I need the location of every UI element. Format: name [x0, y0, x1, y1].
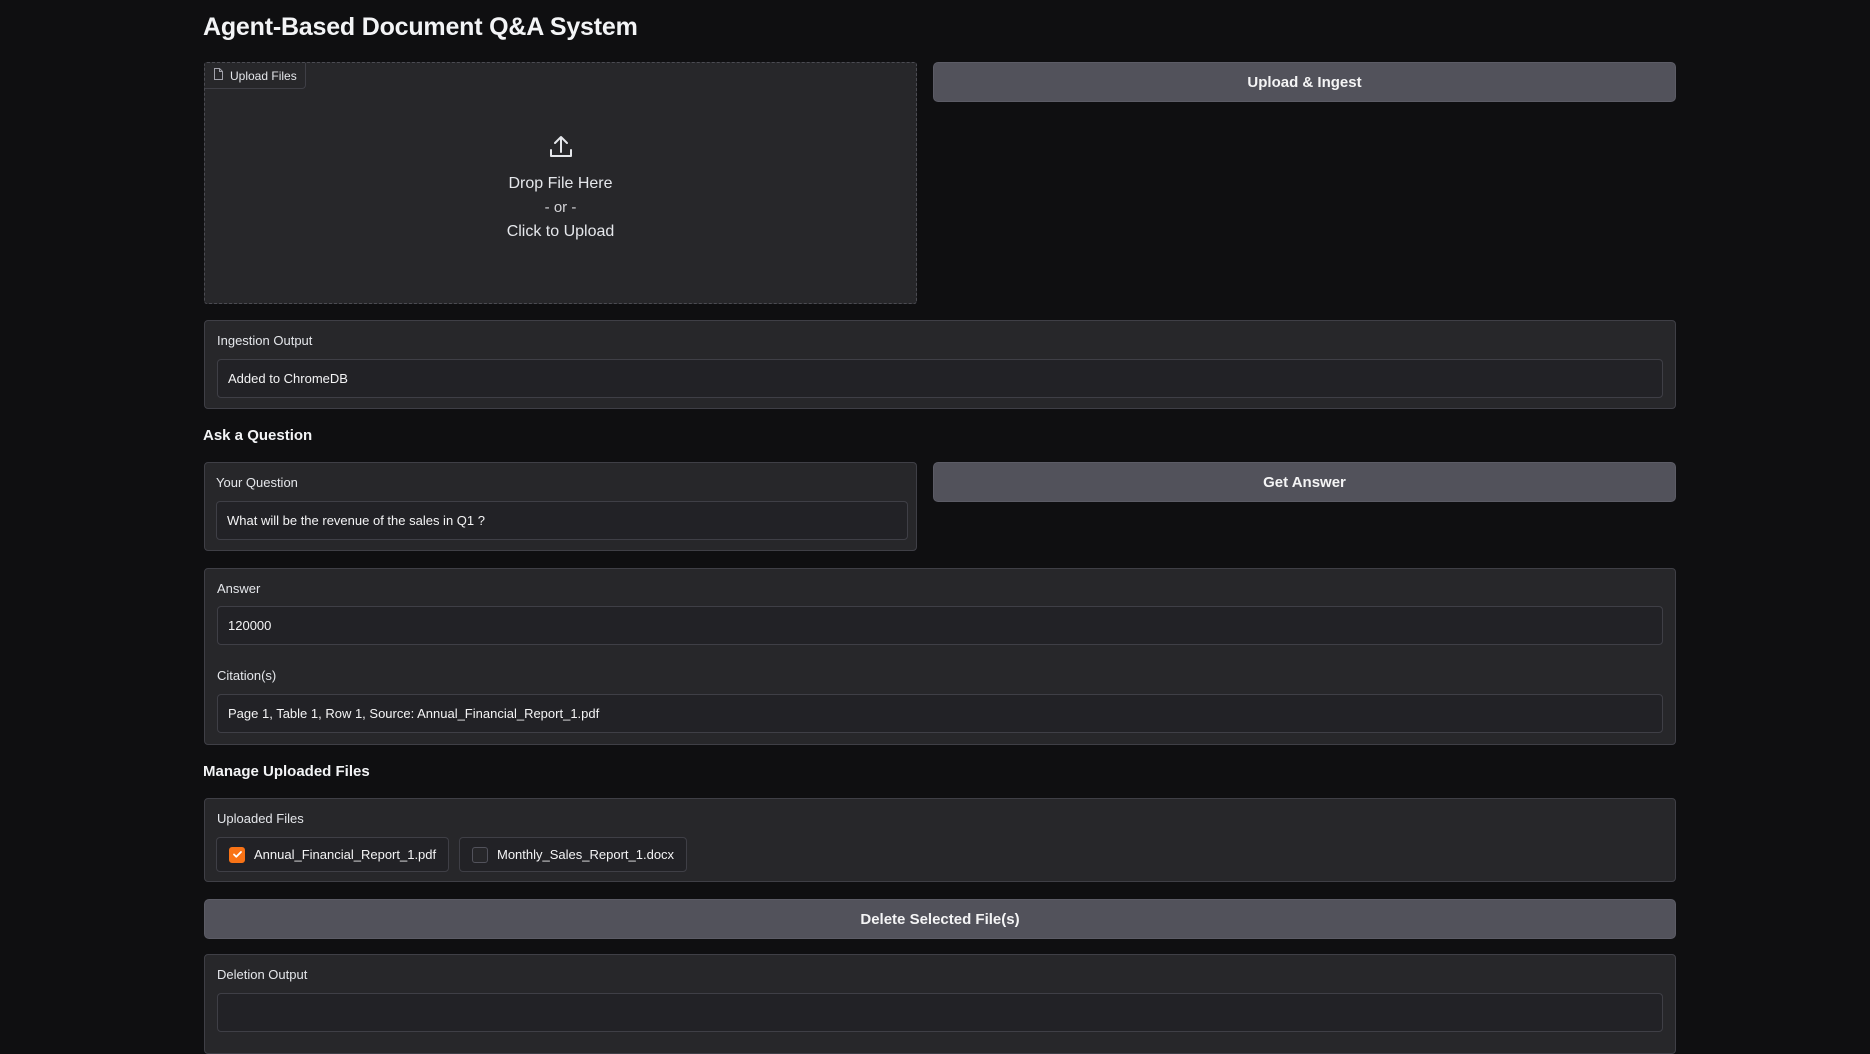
deletion-output-field[interactable]	[217, 993, 1663, 1032]
upload-files-label: Upload Files	[230, 68, 297, 83]
file-checkbox-monthly-sales-report[interactable]: Monthly_Sales_Report_1.docx	[459, 837, 688, 872]
delete-selected-files-button[interactable]: Delete Selected File(s)	[204, 899, 1676, 939]
ask-question-heading: Ask a Question	[203, 427, 313, 444]
upload-files-tag: Upload Files	[205, 63, 306, 89]
get-answer-button[interactable]: Get Answer	[933, 462, 1676, 502]
ingestion-output-panel: Ingestion Output Added to ChromeDB	[204, 320, 1676, 409]
click-to-upload-text: Click to Upload	[506, 223, 615, 240]
checkbox-unchecked[interactable]	[472, 846, 488, 863]
your-question-label: Your Question	[216, 475, 298, 490]
drop-file-text: Drop File Here	[508, 175, 613, 192]
file-checkbox-annual-financial-report[interactable]: Annual_Financial_Report_1.pdf	[216, 837, 450, 872]
page-title: Agent-Based Document Q&A System	[203, 13, 638, 41]
or-text: - or -	[544, 199, 577, 216]
click-to-upload-area[interactable]: Drop File Here - or - Click to Upload	[205, 133, 916, 244]
file-icon	[213, 68, 224, 83]
question-panel: Your Question What will be the revenue o…	[204, 462, 917, 551]
deletion-output-label: Deletion Output	[217, 967, 308, 982]
ingestion-output-label: Ingestion Output	[217, 333, 313, 348]
answer-field[interactable]: 120000	[217, 606, 1663, 645]
upload-ingest-button[interactable]: Upload & Ingest	[933, 62, 1676, 102]
file-dropzone[interactable]: Upload Files Drop File Here - or - Click…	[204, 62, 917, 304]
deletion-output-panel: Deletion Output	[204, 954, 1676, 1054]
file-name-label: Annual_Financial_Report_1.pdf	[254, 847, 437, 862]
citation-label: Citation(s)	[217, 668, 277, 683]
file-name-label: Monthly_Sales_Report_1.docx	[497, 847, 675, 862]
app-root: Agent-Based Document Q&A System Upload F…	[0, 0, 1870, 1054]
manage-files-heading: Manage Uploaded Files	[203, 763, 370, 780]
question-input[interactable]: What will be the revenue of the sales in…	[216, 501, 908, 540]
upload-icon	[547, 133, 575, 172]
uploaded-files-label: Uploaded Files	[217, 811, 304, 826]
ingestion-output-field[interactable]: Added to ChromeDB	[217, 359, 1663, 398]
answer-label: Answer	[217, 581, 261, 596]
answer-panel: Answer 120000 Citation(s) Page 1, Table …	[204, 568, 1676, 745]
checkmark-icon	[232, 851, 242, 858]
citation-field[interactable]: Page 1, Table 1, Row 1, Source: Annual_F…	[217, 694, 1663, 733]
checkbox-checked[interactable]	[229, 846, 245, 863]
